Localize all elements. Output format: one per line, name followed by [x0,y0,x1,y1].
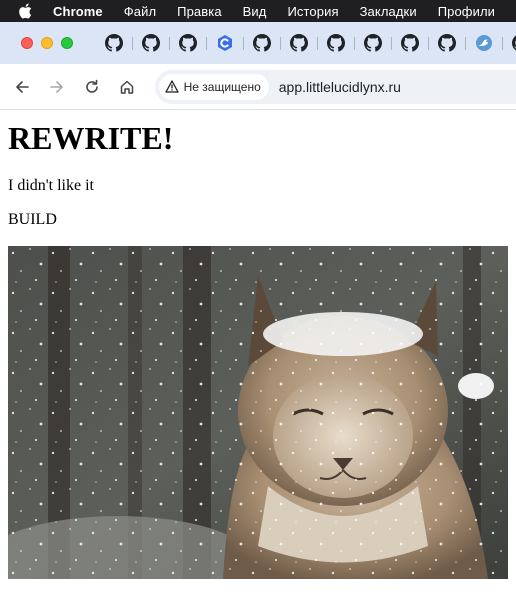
menu-history[interactable]: История [287,4,338,19]
url-text[interactable]: app.littlelucidlynx.ru [279,79,401,95]
browser-toolbar: Не защищено app.littlelucidlynx.ru [0,64,516,110]
arrow-right-icon [49,80,63,93]
tab[interactable] [169,28,206,58]
tab[interactable] [391,28,428,58]
tab[interactable] [317,28,354,58]
warning-triangle-icon [164,80,179,93]
tab[interactable] [428,28,465,58]
github-icon [400,34,419,52]
fullscreen-window-button[interactable] [61,37,73,49]
security-label: Не защищено [183,79,261,94]
menu-edit[interactable]: Правка [177,4,222,19]
menu-file[interactable]: Файл [124,4,156,19]
menu-bookmarks[interactable]: Закладки [360,4,417,19]
github-icon [178,34,197,52]
github-icon [437,34,456,52]
page-content: REWRITE! I didn't like it BUILD [8,110,508,579]
tab[interactable] [206,28,243,58]
github-icon [326,34,345,52]
minimize-window-button[interactable] [41,37,53,49]
github-icon [104,34,123,52]
tab-strip [0,22,516,64]
arrow-left-icon [15,80,29,93]
forward-button[interactable] [39,71,74,103]
tab[interactable] [280,28,317,58]
tab[interactable] [243,28,280,58]
page-heading: REWRITE! [8,120,174,156]
apple-logo-icon[interactable] [18,3,33,19]
github-icon [289,34,308,52]
tab[interactable] [354,28,391,58]
home-button[interactable] [109,71,144,103]
address-bar[interactable]: Не защищено app.littlelucidlynx.ru [154,69,516,104]
paragraph-text: BUILD [8,211,57,228]
macos-menu-bar: Chrome Файл Правка Вид История Закладки … [0,0,516,22]
close-window-button[interactable] [21,37,33,49]
github-icon [141,34,160,52]
menu-chrome[interactable]: Chrome [53,4,103,19]
menu-profiles[interactable]: Профили [438,4,495,19]
tab[interactable] [502,28,516,58]
lynx-photo [8,246,508,579]
reload-icon [86,79,98,93]
tab[interactable] [465,28,502,58]
tab-list [95,28,516,58]
back-button[interactable] [4,71,39,103]
blue-bird-icon [475,35,492,51]
tab[interactable] [132,28,169,58]
home-icon [120,80,134,94]
security-chip[interactable]: Не защищено [158,73,269,100]
paragraph-text: I didn't like it [8,177,94,194]
reload-button[interactable] [74,71,109,103]
menu-view[interactable]: Вид [243,4,267,19]
window-controls [21,37,81,49]
github-icon [363,34,382,52]
tab[interactable] [95,28,132,58]
circle-c-icon [217,35,232,51]
github-icon [511,35,516,51]
github-icon [252,34,271,52]
